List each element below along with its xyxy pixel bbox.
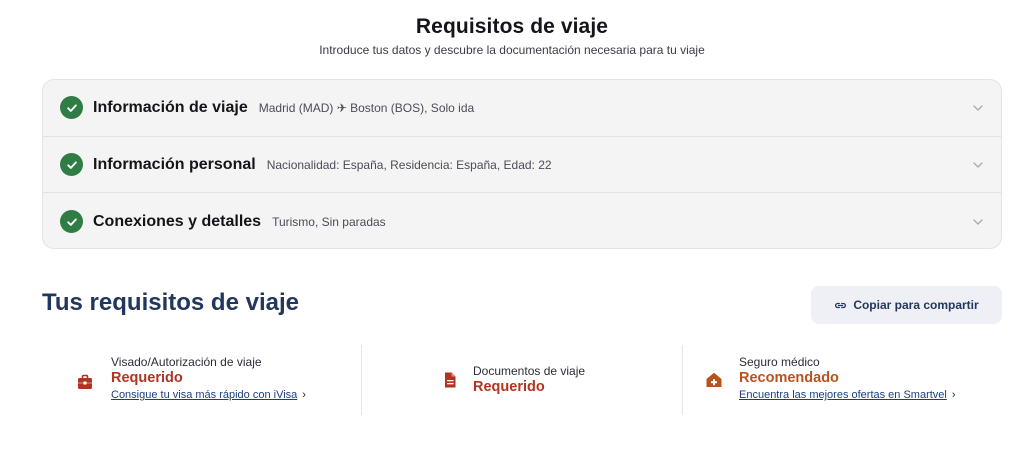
ivisa-link-text: Consigue tu visa más rápido con iVisa bbox=[111, 389, 298, 401]
requirement-documents: Documentos de viaje Requerido bbox=[441, 345, 585, 415]
link-icon bbox=[835, 302, 847, 308]
requirement-visa: Visado/Autorización de viaje Requerido C… bbox=[76, 345, 306, 415]
ivisa-link[interactable]: Consigue tu visa más rápido con iVisa › bbox=[111, 387, 306, 403]
page-header: Requisitos de viaje Introduce tus datos … bbox=[0, 14, 1024, 57]
divider bbox=[361, 345, 362, 415]
accordion-trip-info[interactable]: Información de viaje Madrid (MAD) ✈ Bost… bbox=[43, 80, 1001, 137]
copy-share-button[interactable]: Copiar para compartir bbox=[811, 286, 1002, 324]
requirement-label: Documentos de viaje bbox=[473, 364, 586, 378]
smartvel-link[interactable]: Encuentra las mejores ofertas en Smartve… bbox=[739, 387, 956, 403]
requirement-status: Recomendado bbox=[739, 370, 839, 386]
check-circle-icon bbox=[60, 210, 83, 234]
requirement-label: Seguro médico bbox=[739, 355, 820, 369]
page-title: Requisitos de viaje bbox=[415, 15, 609, 38]
accordion-summary: Nacionalidad: España, Residencia: España… bbox=[266, 157, 552, 172]
briefcase-icon bbox=[78, 374, 92, 389]
check-circle-icon bbox=[60, 153, 83, 177]
chevron-right-icon: › bbox=[951, 389, 956, 401]
accordion-connections[interactable]: Conexiones y detalles Turismo, Sin parad… bbox=[43, 193, 1001, 248]
accordion-personal-info[interactable]: Información personal Nacionalidad: Españ… bbox=[43, 137, 1001, 194]
chevron-down-icon[interactable] bbox=[971, 215, 985, 229]
chevron-down-icon[interactable] bbox=[971, 158, 985, 172]
chevron-right-icon: › bbox=[302, 389, 306, 401]
trip-details-accordion: Información de viaje Madrid (MAD) ✈ Bost… bbox=[42, 79, 1002, 249]
copy-share-label: Copiar para compartir bbox=[853, 298, 979, 312]
requirement-insurance: Seguro médico Recomendado Encuentra las … bbox=[705, 345, 956, 415]
accordion-title: Conexiones y detalles bbox=[93, 212, 262, 230]
requirement-label: Visado/Autorización de viaje bbox=[111, 355, 262, 369]
accordion-title: Información de viaje bbox=[93, 98, 248, 116]
accordion-title: Información personal bbox=[93, 155, 256, 173]
page-subtitle: Introduce tus datos y descubre la docume… bbox=[319, 43, 705, 57]
accordion-summary: Turismo, Sin paradas bbox=[272, 214, 386, 229]
smartvel-link-text: Encuentra las mejores ofertas en Smartve… bbox=[739, 389, 947, 401]
requirement-status: Requerido bbox=[111, 370, 183, 386]
chevron-down-icon[interactable] bbox=[971, 101, 985, 115]
document-icon bbox=[445, 372, 456, 388]
requirement-status: Requerido bbox=[473, 379, 545, 395]
requirements-heading: Tus requisitos de viaje bbox=[42, 289, 299, 316]
divider bbox=[682, 345, 683, 415]
accordion-summary: Madrid (MAD) ✈ Boston (BOS), Solo ida bbox=[258, 100, 475, 115]
medical-house-icon bbox=[706, 372, 722, 387]
check-circle-icon bbox=[60, 96, 83, 120]
